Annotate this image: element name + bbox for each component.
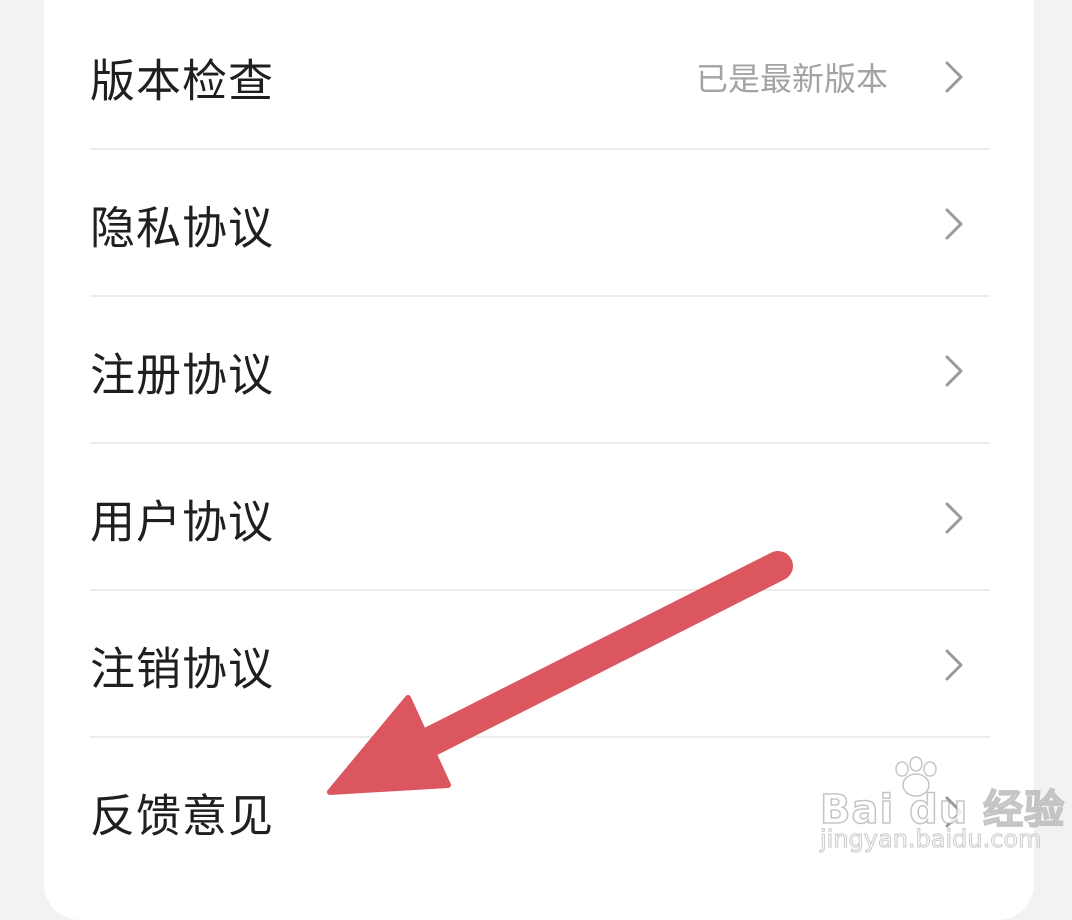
settings-item-label: 用户协议 — [90, 495, 275, 548]
settings-item-privacy-policy[interactable]: 隐私协议 — [90, 150, 990, 297]
settings-item-label: 版本检查 — [90, 54, 275, 107]
settings-item-user-agreement[interactable]: 用户协议 — [90, 444, 990, 591]
settings-item-label: 注销协议 — [90, 642, 275, 695]
settings-item-label: 反馈意见 — [90, 789, 275, 842]
chevron-right-icon — [945, 796, 963, 827]
version-status-text: 已是最新版本 — [695, 59, 888, 98]
settings-item-label: 注册协议 — [90, 348, 275, 401]
chevron-right-icon — [945, 502, 963, 533]
settings-item-label: 隐私协议 — [90, 201, 275, 254]
settings-item-feedback[interactable]: 反馈意见 — [90, 738, 990, 885]
chevron-right-icon — [945, 355, 963, 386]
settings-item-registration-agreement[interactable]: 注册协议 — [90, 297, 990, 444]
chevron-right-icon — [945, 649, 963, 680]
chevron-right-icon — [945, 61, 963, 92]
chevron-right-icon — [945, 208, 963, 239]
settings-item-version-check[interactable]: 版本检查 已是最新版本 — [90, 3, 990, 150]
settings-item-cancellation-agreement[interactable]: 注销协议 — [90, 591, 990, 738]
